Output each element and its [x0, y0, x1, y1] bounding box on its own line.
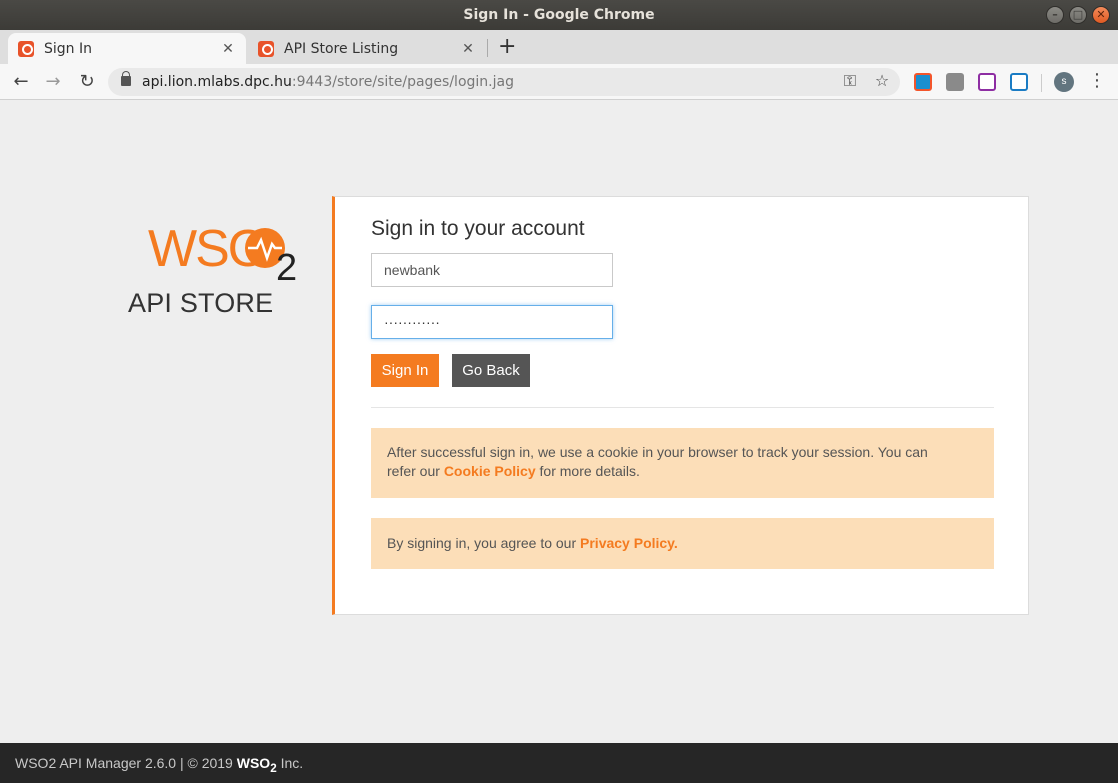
tab-label: API Store Listing — [284, 40, 399, 57]
toolbar-divider — [1041, 74, 1042, 92]
footer-text: WSO2 API Manager 2.6.0 | © 2019 — [15, 755, 237, 771]
key-icon[interactable]: ⚿ — [840, 72, 860, 92]
cookie-text-pre: refer our — [387, 463, 444, 479]
privacy-notice: By signing in, you agree to our Privacy … — [371, 518, 994, 569]
url-text: api.lion.mlabs.dpc.hu:9443/store/site/pa… — [142, 68, 514, 96]
logo-subscript: 2 — [276, 247, 297, 284]
tab-separator — [487, 39, 488, 57]
forward-button[interactable]: → — [41, 70, 65, 94]
tab-label: Sign In — [44, 40, 92, 57]
extension-icon[interactable] — [914, 73, 932, 91]
profile-avatar[interactable]: s — [1054, 72, 1074, 92]
footer-wso2-logo: WSO2 — [236, 755, 277, 775]
wso2-logo: WSO 2 — [148, 220, 297, 284]
cookie-notice: After successful sign in, we use a cooki… — [371, 428, 994, 498]
sign-in-button[interactable]: Sign In — [371, 354, 439, 387]
wso2-favicon-icon — [258, 40, 274, 57]
back-button[interactable]: ← — [9, 70, 33, 94]
extension-icon[interactable] — [1010, 73, 1028, 91]
wso2-favicon-icon — [18, 40, 34, 57]
browser-menu-icon[interactable]: ⋮ — [1088, 70, 1106, 91]
tab-api-store-listing[interactable]: API Store Listing ✕ — [248, 33, 486, 64]
cookie-text: After successful sign in, we use a cooki… — [387, 444, 928, 460]
new-tab-button[interactable]: + — [498, 34, 516, 59]
footer-logo-text: WSO — [236, 755, 271, 771]
brand-subtitle: API STORE — [128, 288, 274, 318]
browser-toolbar: ← → ↻ api.lion.mlabs.dpc.hu:9443/store/s… — [0, 64, 1118, 100]
bookmark-star-icon[interactable]: ☆ — [872, 72, 892, 92]
login-panel: Sign in to your account newbank ········… — [332, 196, 1029, 615]
window-title: Sign In - Google Chrome — [463, 7, 655, 23]
maximize-button[interactable]: □ — [1069, 6, 1087, 24]
password-input[interactable]: ············ — [371, 305, 613, 339]
extension-icon[interactable] — [978, 73, 996, 91]
username-input[interactable]: newbank — [371, 253, 613, 287]
tab-close-icon[interactable]: ✕ — [220, 41, 236, 57]
footer-text-post: Inc. — [276, 755, 304, 771]
close-window-button[interactable]: ✕ — [1092, 6, 1110, 24]
privacy-text: By signing in, you agree to our — [387, 535, 581, 551]
url-host: api.lion.mlabs.dpc.hu — [142, 74, 292, 90]
minimize-button[interactable]: – — [1046, 6, 1064, 24]
tab-sign-in[interactable]: Sign In ✕ — [8, 33, 246, 64]
cookie-text-post: for more details. — [535, 463, 640, 479]
cookie-policy-link[interactable]: Cookie Policy — [444, 463, 536, 479]
go-back-button[interactable]: Go Back — [452, 354, 530, 387]
window-controls: – □ ✕ — [1046, 6, 1110, 24]
tab-strip: Sign In ✕ API Store Listing ✕ — [0, 30, 1118, 64]
extension-icon[interactable] — [946, 73, 964, 91]
window-titlebar: Sign In - Google Chrome – □ ✕ — [0, 0, 1118, 30]
lock-icon — [121, 71, 131, 86]
privacy-policy-link[interactable]: Privacy Policy. — [580, 535, 678, 551]
form-divider — [371, 407, 994, 408]
address-bar[interactable]: api.lion.mlabs.dpc.hu:9443/store/site/pa… — [108, 68, 900, 96]
url-path: :9443/store/site/pages/login.jag — [291, 74, 514, 90]
tab-close-icon[interactable]: ✕ — [460, 41, 476, 57]
page-footer: WSO2 API Manager 2.6.0 | © 2019 WSO2 Inc… — [0, 743, 1118, 783]
login-heading: Sign in to your account — [371, 217, 585, 240]
reload-button[interactable]: ↻ — [75, 70, 99, 94]
